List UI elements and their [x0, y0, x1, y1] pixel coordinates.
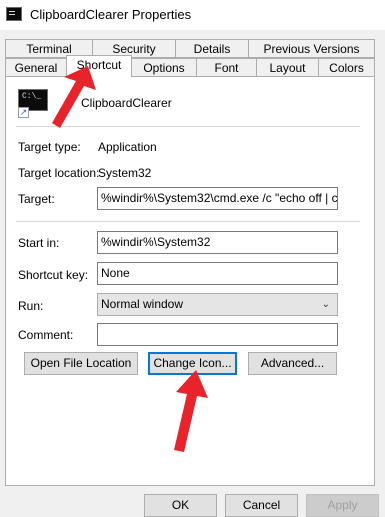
chevron-down-icon: ⌄ [321, 299, 330, 310]
tab-general[interactable]: General [5, 58, 67, 77]
comment-field[interactable] [97, 323, 338, 346]
advanced-button[interactable]: Advanced... [248, 352, 337, 375]
shortcut-overlay-icon: ↗ [18, 107, 29, 118]
tab-layout[interactable]: Layout [256, 58, 319, 77]
start-in-field[interactable]: %windir%\System32 [97, 231, 338, 254]
cancel-button[interactable]: Cancel [225, 494, 298, 517]
comment-label: Comment: [18, 328, 74, 342]
start-in-label: Start in: [18, 236, 60, 250]
console-icon [6, 7, 22, 21]
tab-options[interactable]: Options [131, 58, 197, 77]
shortcut-key-field[interactable]: None [97, 262, 338, 285]
target-type-value: Application [98, 140, 157, 154]
shortcut-name: ClipboardClearer [81, 96, 172, 110]
run-select[interactable]: Normal window ⌄ [97, 293, 338, 316]
tab-previous-versions[interactable]: Previous Versions [248, 39, 375, 58]
tab-shortcut[interactable]: Shortcut [66, 55, 132, 77]
target-type-label: Target type: [18, 140, 81, 154]
divider [16, 126, 360, 127]
tab-details[interactable]: Details [175, 39, 249, 58]
target-field[interactable]: %windir%\System32\cmd.exe /c "echo off |… [97, 187, 338, 210]
apply-button[interactable]: Apply [306, 494, 379, 517]
divider [16, 221, 360, 222]
target-location-label: Target location: [18, 166, 100, 180]
shortcut-key-label: Shortcut key: [18, 268, 89, 282]
ok-button[interactable]: OK [144, 494, 217, 517]
title-bar: ClipboardClearer Properties [0, 0, 385, 30]
target-location-value: System32 [98, 166, 152, 180]
tab-colors[interactable]: Colors [318, 58, 375, 77]
run-select-value: Normal window [101, 297, 184, 311]
change-icon-button[interactable]: Change Icon... [148, 352, 237, 375]
open-file-location-button[interactable]: Open File Location [24, 352, 138, 375]
target-label: Target: [18, 192, 55, 206]
tab-font[interactable]: Font [196, 58, 257, 77]
window-title: ClipboardClearer Properties [30, 7, 192, 22]
run-label: Run: [18, 299, 44, 313]
